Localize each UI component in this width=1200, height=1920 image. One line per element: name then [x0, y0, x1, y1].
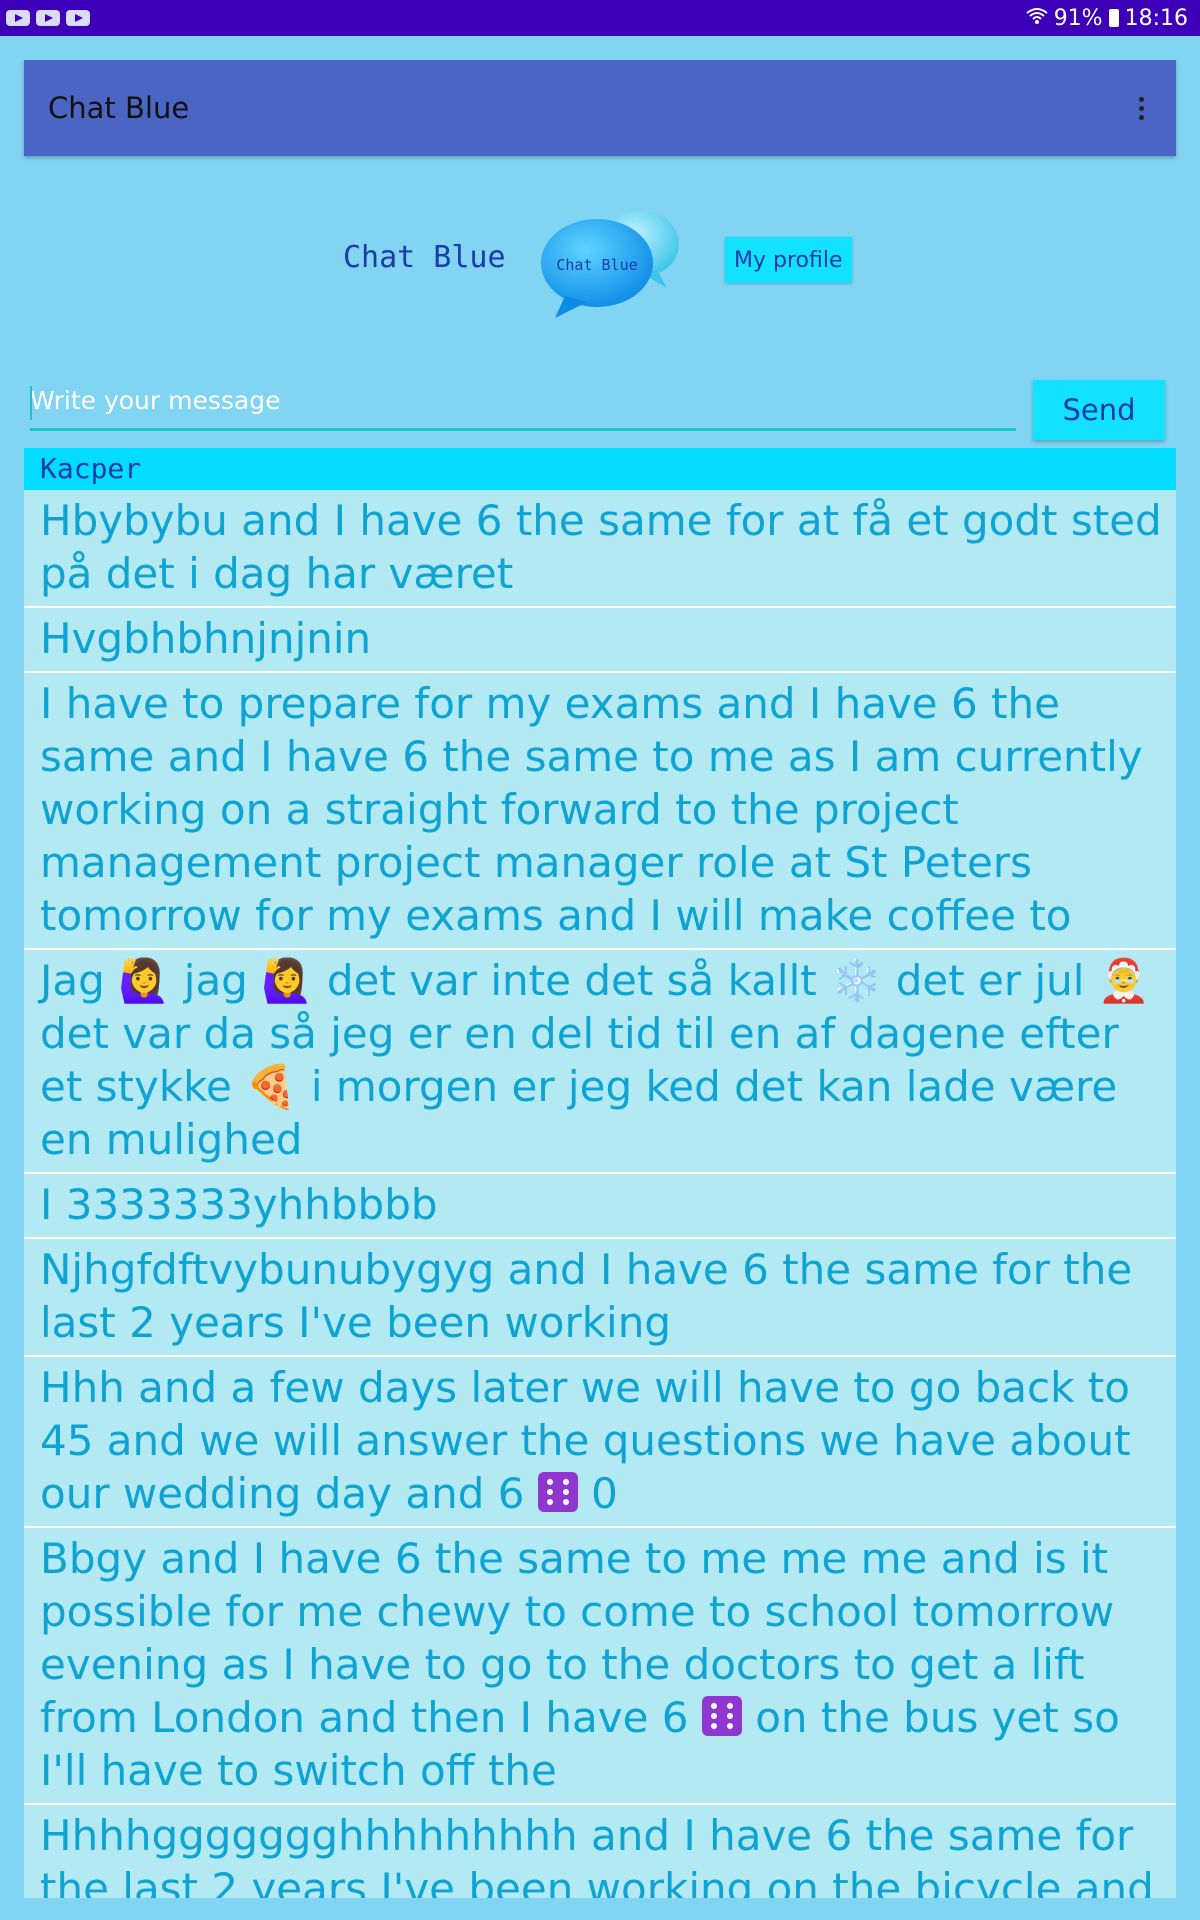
message-item[interactable]: I 3333333yhhbbbb — [24, 1174, 1176, 1239]
message-item[interactable]: I have to prepare for my exams and I hav… — [24, 673, 1176, 950]
message-item[interactable]: Jag 🙋‍♀️ jag 🙋‍♀️ det var inte det så ka… — [24, 950, 1176, 1174]
send-button[interactable]: Send — [1033, 380, 1165, 440]
youtube-notification-icon — [36, 10, 60, 26]
message-item[interactable]: Njhgfdftvybunubygyg and I have 6 the sam… — [24, 1239, 1176, 1357]
notification-icons — [0, 10, 90, 26]
overflow-menu-icon[interactable] — [1131, 89, 1152, 128]
my-profile-button[interactable]: My profile — [725, 237, 852, 283]
text-cursor — [30, 386, 32, 420]
youtube-notification-icon — [6, 10, 30, 26]
message-input-placeholder: Write your message — [30, 386, 281, 415]
wifi-icon — [1026, 6, 1048, 31]
youtube-notification-icon — [66, 10, 90, 26]
app-bar: Chat Blue — [24, 60, 1176, 156]
clock: 18:16 — [1124, 5, 1188, 31]
message-input[interactable]: Write your message — [30, 380, 1016, 431]
system-status: 91% 18:16 — [1026, 6, 1200, 31]
dice-emoji-icon — [537, 1472, 578, 1512]
message-item[interactable]: Hbybybu and I have 6 the same for at få … — [24, 490, 1176, 608]
status-bar: 91% 18:16 — [0, 0, 1200, 36]
battery-icon — [1108, 9, 1119, 27]
chat-list[interactable]: Kacper Hbybybu and I have 6 the same for… — [24, 448, 1176, 1898]
logo-text: Chat Blue — [556, 256, 638, 274]
message-item[interactable]: Bbgy and I have 6 the same to me me me a… — [24, 1528, 1176, 1805]
sender-name: Kacper — [24, 448, 1176, 490]
battery-percent: 91% — [1053, 5, 1103, 31]
app-title: Chat Blue — [48, 91, 190, 125]
message-item[interactable]: Hvgbhbhnjnjnin — [24, 608, 1176, 673]
message-item[interactable]: Hhhhggggggghhhhhhhhh and I have 6 the sa… — [24, 1805, 1176, 1898]
brand-title: Chat Blue — [343, 240, 506, 275]
message-item[interactable]: Hhh and a few days later we will have to… — [24, 1357, 1176, 1528]
dice-emoji-icon — [701, 1696, 742, 1736]
message-text: 0 — [577, 1469, 618, 1518]
